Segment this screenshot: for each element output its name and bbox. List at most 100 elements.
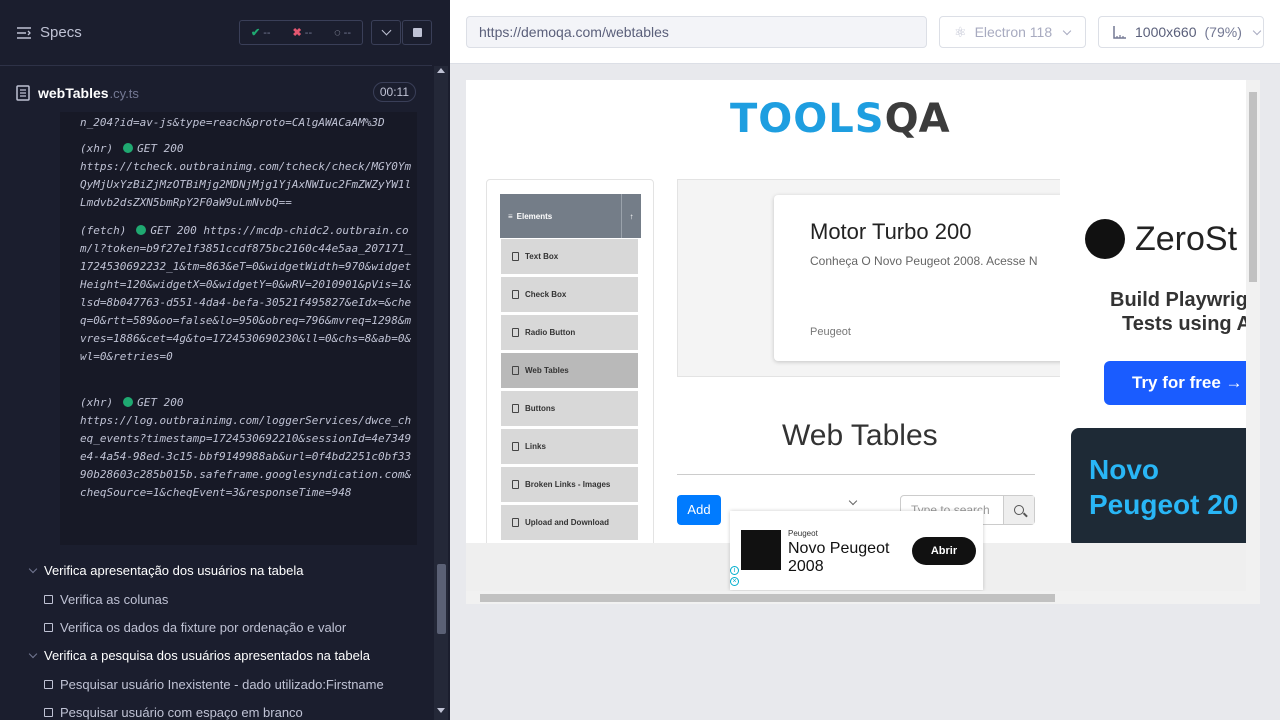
menu-item-text-box[interactable]: Text Box — [501, 239, 638, 275]
log-url: https://tcheck.outbrainimg.com/tcheck/ch… — [80, 160, 412, 209]
menu-item-web-tables[interactable]: Web Tables — [501, 353, 638, 389]
scroll-up-icon[interactable] — [437, 68, 445, 73]
bottom-ad[interactable]: Peugeot Novo Peugeot 2008 Abrir — [730, 511, 983, 590]
ad-choices[interactable]: i × — [730, 566, 740, 588]
browser-selector[interactable]: ⚛ Electron 118 — [939, 16, 1086, 48]
chevron-down-icon — [1252, 26, 1262, 35]
test-label: Pesquisar usuário com espaço em branco — [60, 705, 303, 720]
elements-menu: ≡ Elements ↑ Text Box Check Box Radio Bu… — [486, 179, 654, 559]
viewport-size: 1000x660 — [1135, 24, 1197, 40]
suite-label: Verifica apresentação dos usuários na ta… — [44, 563, 304, 578]
info-icon: i — [730, 566, 739, 575]
scroll-thumb[interactable] — [480, 594, 1055, 602]
pending-test-icon — [44, 623, 53, 632]
test-stats: ✔ -- ✖ -- ◌ -- — [239, 20, 363, 45]
pending-test-icon — [44, 595, 53, 604]
test-label: Verifica as colunas — [60, 592, 169, 607]
specs-label: Specs — [40, 24, 82, 41]
chevron-down-icon — [1062, 26, 1072, 35]
passed-icon: ✔ — [250, 27, 261, 39]
test-item[interactable]: Pesquisar usuário Inexistente - dado uti… — [44, 677, 384, 692]
app-under-test: TOOLS QA ≡ Elements ↑ Text Box Check Box… — [466, 80, 1260, 604]
item-icon — [512, 442, 519, 451]
menu-item-label: Radio Button — [525, 328, 576, 337]
search-icon — [1014, 505, 1024, 515]
menu-item-buttons[interactable]: Buttons — [501, 391, 638, 427]
try-free-button[interactable]: Try for free → — [1104, 361, 1246, 405]
menu-item-broken-links[interactable]: Broken Links - Images — [501, 467, 638, 503]
spec-file-ext: .cy.ts — [109, 85, 139, 101]
menu-group-header[interactable]: ≡ Elements ↑ — [500, 194, 641, 238]
log-status: GET 200 — [137, 142, 184, 155]
runner-panel: Specs ✔ -- ✖ -- ◌ -- webTables .cy.ts 00:… — [0, 0, 450, 720]
log-kind: (xhr) — [80, 396, 114, 409]
close-icon: × — [730, 577, 739, 586]
reporter-scroll-thumb[interactable] — [437, 564, 446, 634]
menu-item-upload-download[interactable]: Upload and Download — [501, 505, 638, 541]
failed-icon: ✖ — [292, 27, 302, 39]
specs-toggle[interactable]: Specs — [16, 24, 82, 41]
log-entry[interactable]: (fetch) GET 200 https://mcdp-chidc2.outbr… — [80, 222, 412, 366]
ad-card[interactable]: Motor Turbo 200 Conheça O Novo Peugeot 2… — [774, 195, 1074, 361]
pending-test-icon — [44, 708, 53, 717]
promo-card[interactable]: Novo Peugeot 20 — [1071, 428, 1246, 543]
open-ad-button[interactable]: Abrir — [912, 537, 976, 565]
menu-item-radio-button[interactable]: Radio Button — [501, 315, 638, 351]
item-icon — [512, 404, 519, 413]
logo-text-right: QA — [884, 96, 950, 142]
log-entry[interactable]: (xhr) GET 200 https://log.outbrainimg.com… — [80, 394, 412, 502]
spec-file-header[interactable]: webTables .cy.ts 00:11 — [16, 82, 416, 104]
side-ad[interactable]: ZeroSt Build Playwrig Tests using A Try … — [1060, 179, 1246, 543]
spec-file-name: webTables — [38, 85, 109, 101]
ad-line-1: Build Playwrig — [1110, 289, 1246, 311]
test-item[interactable]: Verifica os dados da fixture por ordenaç… — [44, 620, 346, 635]
log-status: GET 200 — [137, 396, 184, 409]
test-item[interactable]: Verifica as colunas — [44, 592, 168, 607]
suite-title[interactable]: Verifica a pesquisa dos usuários apresen… — [28, 648, 370, 663]
toolsqa-logo[interactable]: TOOLS QA — [730, 96, 950, 142]
log-url: https://mcdp-chidc2.outbrain.com/l?token… — [80, 224, 412, 363]
test-item[interactable]: Pesquisar usuário com espaço em branco — [44, 705, 303, 720]
logo-text-left: TOOLS — [730, 96, 885, 142]
menu-item-links[interactable]: Links — [501, 429, 638, 465]
suite-title[interactable]: Verifica apresentação dos usuários na ta… — [28, 563, 304, 578]
dropdown-button[interactable] — [371, 20, 401, 45]
pending-test-icon — [44, 680, 53, 689]
url-bar[interactable]: https://demoqa.com/webtables — [466, 16, 927, 48]
menu-item-label: Links — [525, 442, 546, 451]
status-dot-icon — [123, 143, 134, 153]
aut-panel: https://demoqa.com/webtables ⚛ Electron … — [450, 0, 1280, 720]
search-button[interactable] — [1003, 496, 1034, 524]
status-dot-icon — [123, 397, 134, 407]
specs-list-icon — [17, 26, 31, 39]
chevron-down-icon — [28, 649, 38, 659]
item-icon — [512, 480, 519, 489]
stop-button[interactable] — [402, 20, 432, 45]
log-kind: (xhr) — [80, 142, 114, 155]
suite-label: Verifica a pesquisa dos usuários apresen… — [44, 648, 370, 663]
chevron-down-icon[interactable] — [848, 496, 858, 506]
scroll-down-icon[interactable] — [437, 708, 445, 713]
ad-banner[interactable]: Motor Turbo 200 Conheça O Novo Peugeot 2… — [677, 179, 1074, 377]
log-kind: (fetch) — [80, 224, 127, 237]
zerostep-logo-icon — [1085, 219, 1125, 259]
pending-icon: ◌ — [334, 26, 341, 39]
viewport-info[interactable]: 1000x660 (79%) — [1098, 16, 1264, 48]
item-icon — [512, 328, 519, 337]
ad-headline: Motor Turbo 200 — [810, 219, 972, 244]
menu-item-label: Web Tables — [525, 366, 569, 375]
aut-vertical-scrollbar[interactable] — [1246, 80, 1260, 591]
log-url: https://log.outbrainimg.com/loggerServic… — [80, 414, 412, 499]
menu-item-check-box[interactable]: Check Box — [501, 277, 638, 313]
aut-horizontal-scrollbar[interactable] — [466, 591, 1260, 604]
test-label: Verifica os dados da fixture por ordenaç… — [60, 620, 347, 635]
ad-brand: Peugeot — [810, 326, 851, 338]
log-entry[interactable]: (xhr) GET 200 https://tcheck.outbrainimg.… — [80, 140, 412, 212]
log-status: GET 200 — [150, 224, 197, 237]
add-button[interactable]: Add — [677, 495, 721, 525]
chevron-down-icon — [28, 564, 38, 574]
scroll-thumb[interactable] — [1249, 92, 1257, 282]
bottom-ad-brand: Peugeot — [788, 529, 818, 538]
menu-item-label: Upload and Download — [525, 518, 609, 527]
item-icon — [512, 290, 519, 299]
